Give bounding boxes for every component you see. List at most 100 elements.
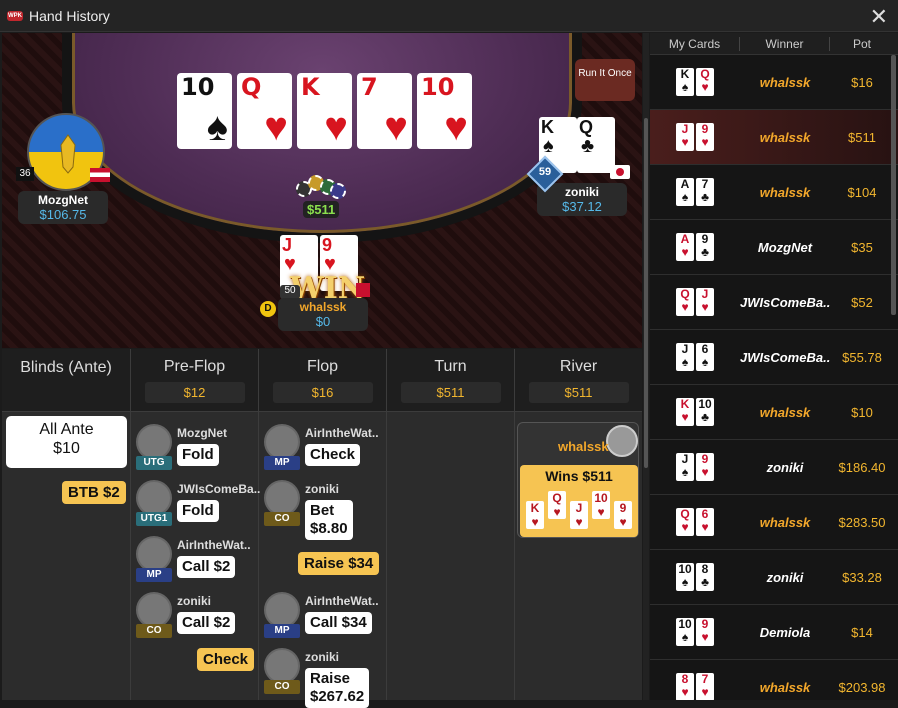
btb-badge: BTB $2 xyxy=(62,481,126,504)
close-icon[interactable]: ✕ xyxy=(870,4,888,30)
my-cards: J ♠ 6 ♠ xyxy=(650,343,740,371)
winner-name: Demiola xyxy=(759,624,811,640)
position-badge: MP xyxy=(264,624,300,638)
position-badge: CO xyxy=(136,624,172,638)
column-title: Pre-Flop xyxy=(163,358,226,375)
winner-result: Wins $511 K ♥ Q ♥ J ♥ 10 ♥ 9 ♥ xyxy=(520,465,638,537)
pot-value: $33.28 xyxy=(842,569,882,585)
action-label: Fold xyxy=(177,500,219,522)
hand-history-list: My Cards Winner Pot K ♠ Q ♥ whalssk $16 J ♥ 9 ♥ wh… xyxy=(650,33,898,700)
action-entry: MP AirIntheWat.. Call $2 xyxy=(132,532,257,584)
card-icon: 7 ♣ xyxy=(696,178,714,206)
history-row[interactable]: 10 ♠ 9 ♥ Demiola $14 xyxy=(650,605,898,660)
column-title: Flop xyxy=(306,358,339,375)
avatar xyxy=(136,480,172,516)
column-title: River xyxy=(559,358,598,375)
history-row[interactable]: 10 ♠ 8 ♣ zoniki $33.28 xyxy=(650,550,898,605)
card-icon: Q ♥ xyxy=(696,68,714,96)
hero-nameplate[interactable]: whalssk $0 xyxy=(278,298,368,331)
run-it-once-button[interactable]: Run It Once xyxy=(575,59,635,101)
history-row[interactable]: 8 ♥ 7 ♥ whalssk $203.98 xyxy=(650,660,898,700)
card-icon: Q ♥ xyxy=(676,508,694,536)
pot-value: $14 xyxy=(851,624,873,640)
column-title: Turn xyxy=(434,358,467,375)
history-row[interactable]: A ♥ 9 ♣ MozgNet $35 xyxy=(650,220,898,275)
history-row[interactable]: J ♠ 9 ♥ zoniki $186.40 xyxy=(650,440,898,495)
pot-value: $186.40 xyxy=(838,459,886,475)
column-turn: Turn $511 xyxy=(386,349,514,700)
history-row[interactable]: J ♠ 6 ♠ JWIsComeBa.. $55.78 xyxy=(650,330,898,385)
scrollbar[interactable] xyxy=(643,33,649,700)
pot-value: $16 xyxy=(851,74,873,90)
pot-value: $203.98 xyxy=(838,679,886,695)
winner-name: zoniki xyxy=(766,459,804,475)
street-pot: $12 xyxy=(144,382,245,403)
player-stack: $37.12 xyxy=(562,199,602,214)
flag-icon xyxy=(610,165,630,179)
history-scrollbar[interactable] xyxy=(891,55,896,315)
flag-icon xyxy=(90,168,110,182)
avatar xyxy=(264,424,300,460)
winning-card: K ♥ xyxy=(526,501,544,529)
avatar xyxy=(136,424,172,460)
player-name: JWIsComeBa.. xyxy=(177,482,261,496)
column-blinds: Blinds (Ante) xyxy=(2,349,130,700)
seat-left[interactable]: 36 MozgNet $106.75 xyxy=(16,113,113,224)
board-card: Q ♥ xyxy=(237,73,292,149)
card-icon: J ♠ xyxy=(676,453,694,481)
card-icon: 7 ♥ xyxy=(696,673,714,700)
action-entry: MP AirIntheWat.. Call $34 xyxy=(260,588,385,640)
check-badge: Check xyxy=(197,648,255,671)
header-my-cards: My Cards xyxy=(650,36,740,51)
player-name: MozgNet xyxy=(38,193,88,207)
history-row[interactable]: J ♥ 9 ♥ whalssk $511 xyxy=(650,110,898,165)
avatar xyxy=(264,480,300,516)
my-cards: A ♥ 9 ♣ xyxy=(650,233,740,261)
my-cards: 10 ♠ 8 ♣ xyxy=(650,563,740,591)
position-badge: UTG1 xyxy=(136,512,172,526)
seat-right[interactable]: K ♠ Q ♣ 59 zoniki $37.12 xyxy=(526,117,632,216)
history-row[interactable]: Q ♥ J ♥ JWIsComeBa.. $52 xyxy=(650,275,898,330)
card-icon: 9 ♥ xyxy=(696,123,714,151)
card-icon: 9 ♥ xyxy=(696,453,714,481)
player-name: whalssk xyxy=(299,300,347,314)
level-badge: 36 xyxy=(16,167,34,181)
position-badge: CO xyxy=(264,680,300,694)
card-icon: 6 ♠ xyxy=(696,343,714,371)
card-icon: 10 ♠ xyxy=(676,618,694,646)
player-name: zoniki xyxy=(305,482,340,496)
action-entry: UTG MozgNet Fold xyxy=(132,420,257,472)
card-icon: J ♥ xyxy=(676,123,694,151)
action-entry: CO zoniki Bet $8.80 xyxy=(260,476,385,540)
position-badge: MP xyxy=(264,456,300,470)
title-bar: WPK Hand History ✕ xyxy=(0,0,898,32)
street-pot: $511 xyxy=(400,382,501,403)
level-badge: 50 xyxy=(280,285,300,299)
history-row[interactable]: Q ♥ 6 ♥ whalssk $283.50 xyxy=(650,495,898,550)
pot-value: $10 xyxy=(851,404,873,420)
history-row[interactable]: A ♠ 7 ♣ whalssk $104 xyxy=(650,165,898,220)
player-name: zoniki xyxy=(564,185,599,199)
action-entry: CO zoniki Call $2 xyxy=(132,588,257,640)
card-icon: J ♠ xyxy=(676,343,694,371)
chip-stack-icon xyxy=(294,173,346,201)
winning-card: J ♥ xyxy=(570,501,588,529)
action-label: Call $2 xyxy=(177,556,236,578)
action-entry: CO zoniki Raise $267.62 xyxy=(260,644,385,708)
my-cards: A ♠ 7 ♣ xyxy=(650,178,740,206)
scroll-thumb[interactable] xyxy=(644,118,648,468)
card-icon: K ♥ xyxy=(676,398,694,426)
player-name: AirIntheWat.. xyxy=(305,426,379,440)
player-name: MozgNet xyxy=(177,426,227,440)
hole-card: Q ♣ xyxy=(577,117,615,173)
action-label: Check xyxy=(305,444,361,466)
card-icon: 10 ♠ xyxy=(676,563,694,591)
header-winner: Winner xyxy=(740,36,830,51)
player-name: zoniki xyxy=(177,594,212,608)
nameplate: zoniki $37.12 xyxy=(537,183,627,216)
history-row[interactable]: K ♠ Q ♥ whalssk $16 xyxy=(650,55,898,110)
history-row[interactable]: K ♥ 10 ♣ whalssk $10 xyxy=(650,385,898,440)
card-icon: 9 ♣ xyxy=(696,233,714,261)
my-cards: K ♠ Q ♥ xyxy=(650,68,740,96)
avatar xyxy=(136,592,172,628)
